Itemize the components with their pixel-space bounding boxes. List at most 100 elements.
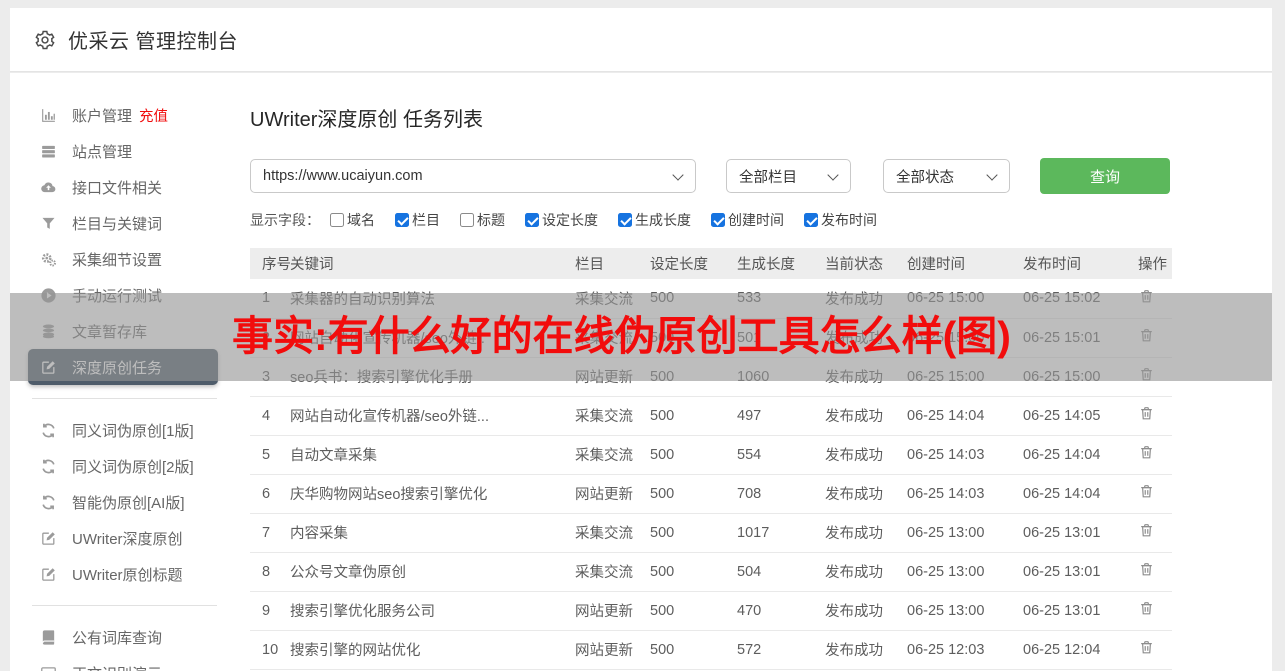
sidebar-item-账户管理[interactable]: 账户管理 充值: [10, 97, 235, 133]
sidebar-divider: [32, 398, 217, 399]
sidebar-item-label: UWriter原创标题: [72, 566, 183, 584]
cell-keyword: 庆华购物网站seo搜索引擎优化: [290, 474, 575, 514]
cell-published: 06-25 14:04: [1023, 474, 1138, 514]
cell-published: 06-25 13:01: [1023, 591, 1138, 631]
sidebar-item-label: UWriter深度原创: [72, 530, 183, 548]
gears-icon: [40, 251, 57, 268]
delete-icon[interactable]: [1138, 600, 1155, 617]
sidebar-item-同义词伪原创[2版][interactable]: 同义词伪原创[2版]: [10, 448, 235, 484]
cell-keyword: 网站自动化宣传机器/seo外链...: [290, 396, 575, 436]
table-row: 9 搜索引擎优化服务公司 网站更新 500 470 发布成功 06-25 13:00 06-2…: [250, 591, 1172, 631]
cloud-upload-icon: [40, 179, 57, 196]
monitor-icon: [40, 665, 57, 671]
sidebar-item-站点管理[interactable]: 站点管理: [10, 133, 235, 169]
cell-created: 06-25 13:00: [907, 591, 1023, 631]
server-icon: [40, 143, 57, 160]
delete-icon[interactable]: [1138, 483, 1155, 500]
checkbox-unchecked[interactable]: [460, 213, 474, 227]
cell-created: 06-25 14:03: [907, 435, 1023, 475]
checkbox-unchecked[interactable]: [330, 213, 344, 227]
column-header-关键词: 关键词: [290, 248, 575, 279]
cell-column: 采集交流: [575, 513, 650, 553]
cell-gen_length: 504: [737, 552, 825, 592]
sidebar-item-采集细节设置[interactable]: 采集细节设置: [10, 241, 235, 277]
display-fields-row: 显示字段： 域名 栏目 标题 设定长度 生成长度 创建时间 发布时间: [250, 210, 1272, 230]
cell-published: 06-25 14:05: [1023, 396, 1138, 436]
book-icon: [40, 629, 57, 646]
field-checkbox-设定长度[interactable]: 设定长度: [525, 210, 598, 230]
sidebar-item-label: 同义词伪原创[2版]: [72, 458, 194, 476]
sidebar-item-label: 智能伪原创[AI版]: [72, 494, 185, 512]
cell-set_length: 500: [650, 591, 737, 631]
page-title: UWriter深度原创 任务列表: [250, 109, 483, 131]
field-checkbox-域名[interactable]: 域名: [330, 210, 375, 230]
query-button[interactable]: 查询: [1040, 158, 1170, 194]
delete-icon[interactable]: [1138, 444, 1155, 461]
cell-no: 7: [250, 513, 290, 553]
delete-icon[interactable]: [1138, 561, 1155, 578]
cell-status: 发布成功: [825, 474, 907, 514]
field-checkbox-标题[interactable]: 标题: [460, 210, 505, 230]
cell-status: 发布成功: [825, 630, 907, 670]
checkbox-checked[interactable]: [711, 213, 725, 227]
cell-actions: [1138, 630, 1172, 670]
field-checkbox-label: 标题: [477, 212, 505, 228]
table-row: 8 公众号文章伪原创 采集交流 500 504 发布成功 06-25 13:00 06-25 …: [250, 552, 1172, 592]
cell-set_length: 500: [650, 630, 737, 670]
cell-published: 06-25 13:01: [1023, 513, 1138, 553]
field-checkbox-栏目[interactable]: 栏目: [395, 210, 440, 230]
delete-icon[interactable]: [1138, 405, 1155, 422]
sidebar-item-UWriter原创标题[interactable]: UWriter原创标题: [10, 556, 235, 592]
field-checkbox-label: 创建时间: [728, 212, 784, 228]
sidebar-item-同义词伪原创[1版][interactable]: 同义词伪原创[1版]: [10, 412, 235, 448]
site-select[interactable]: https://www.ucaiyun.com: [250, 159, 696, 193]
sidebar-item-智能伪原创[AI版][interactable]: 智能伪原创[AI版]: [10, 484, 235, 520]
sidebar-item-正文识别演示[interactable]: 正文识别演示: [10, 655, 235, 671]
sidebar-item-栏目与关键词[interactable]: 栏目与关键词: [10, 205, 235, 241]
status-select-value: 全部状态: [896, 169, 954, 186]
cell-created: 06-25 14:04: [907, 396, 1023, 436]
field-checkbox-创建时间[interactable]: 创建时间: [711, 210, 784, 230]
column-header-创建时间: 创建时间: [907, 248, 1023, 279]
sidebar-item-label: 账户管理: [72, 107, 133, 125]
checkbox-checked[interactable]: [618, 213, 632, 227]
field-checkbox-发布时间[interactable]: 发布时间: [804, 210, 877, 230]
delete-icon[interactable]: [1138, 639, 1155, 656]
cell-gen_length: 708: [737, 474, 825, 514]
sidebar-item-UWriter深度原创[interactable]: UWriter深度原创: [10, 520, 235, 556]
cell-published: 06-25 12:04: [1023, 630, 1138, 670]
field-checkbox-label: 域名: [347, 212, 375, 228]
field-checkbox-生成长度[interactable]: 生成长度: [618, 210, 691, 230]
table-row: 6 庆华购物网站seo搜索引擎优化 网站更新 500 708 发布成功 06-25 14:0…: [250, 474, 1172, 514]
cell-set_length: 500: [650, 552, 737, 592]
cell-keyword: 搜索引擎的网站优化: [290, 630, 575, 670]
field-checkboxes: 域名 栏目 标题 设定长度 生成长度 创建时间 发布时间: [330, 210, 897, 230]
cell-no: 5: [250, 435, 290, 475]
table-row: 5 自动文章采集 采集交流 500 554 发布成功 06-25 14:03 06-25 14…: [250, 435, 1172, 475]
checkbox-checked[interactable]: [525, 213, 539, 227]
checkbox-checked[interactable]: [804, 213, 818, 227]
column-header-发布时间: 发布时间: [1023, 248, 1138, 279]
cell-keyword: 公众号文章伪原创: [290, 552, 575, 592]
status-select[interactable]: 全部状态: [883, 159, 1010, 193]
sidebar-item-label: 同义词伪原创[1版]: [72, 422, 194, 440]
recharge-link[interactable]: 充值: [139, 105, 168, 126]
column-header-栏目: 栏目: [575, 248, 650, 279]
delete-icon[interactable]: [1138, 522, 1155, 539]
sidebar-item-接口文件相关[interactable]: 接口文件相关: [10, 169, 235, 205]
cell-column: 采集交流: [575, 552, 650, 592]
cell-column: 网站更新: [575, 630, 650, 670]
checkbox-checked[interactable]: [395, 213, 409, 227]
cell-actions: [1138, 552, 1172, 592]
sidebar-divider: [32, 605, 217, 606]
cell-status: 发布成功: [825, 435, 907, 475]
cell-gen_length: 470: [737, 591, 825, 631]
column-select[interactable]: 全部栏目: [726, 159, 851, 193]
cell-actions: [1138, 396, 1172, 436]
cell-gen_length: 1017: [737, 513, 825, 553]
bar-chart-icon: [40, 107, 57, 124]
cell-keyword: 内容采集: [290, 513, 575, 553]
cell-status: 发布成功: [825, 591, 907, 631]
cell-set_length: 500: [650, 435, 737, 475]
sidebar-item-公有词库查询[interactable]: 公有词库查询: [10, 619, 235, 655]
